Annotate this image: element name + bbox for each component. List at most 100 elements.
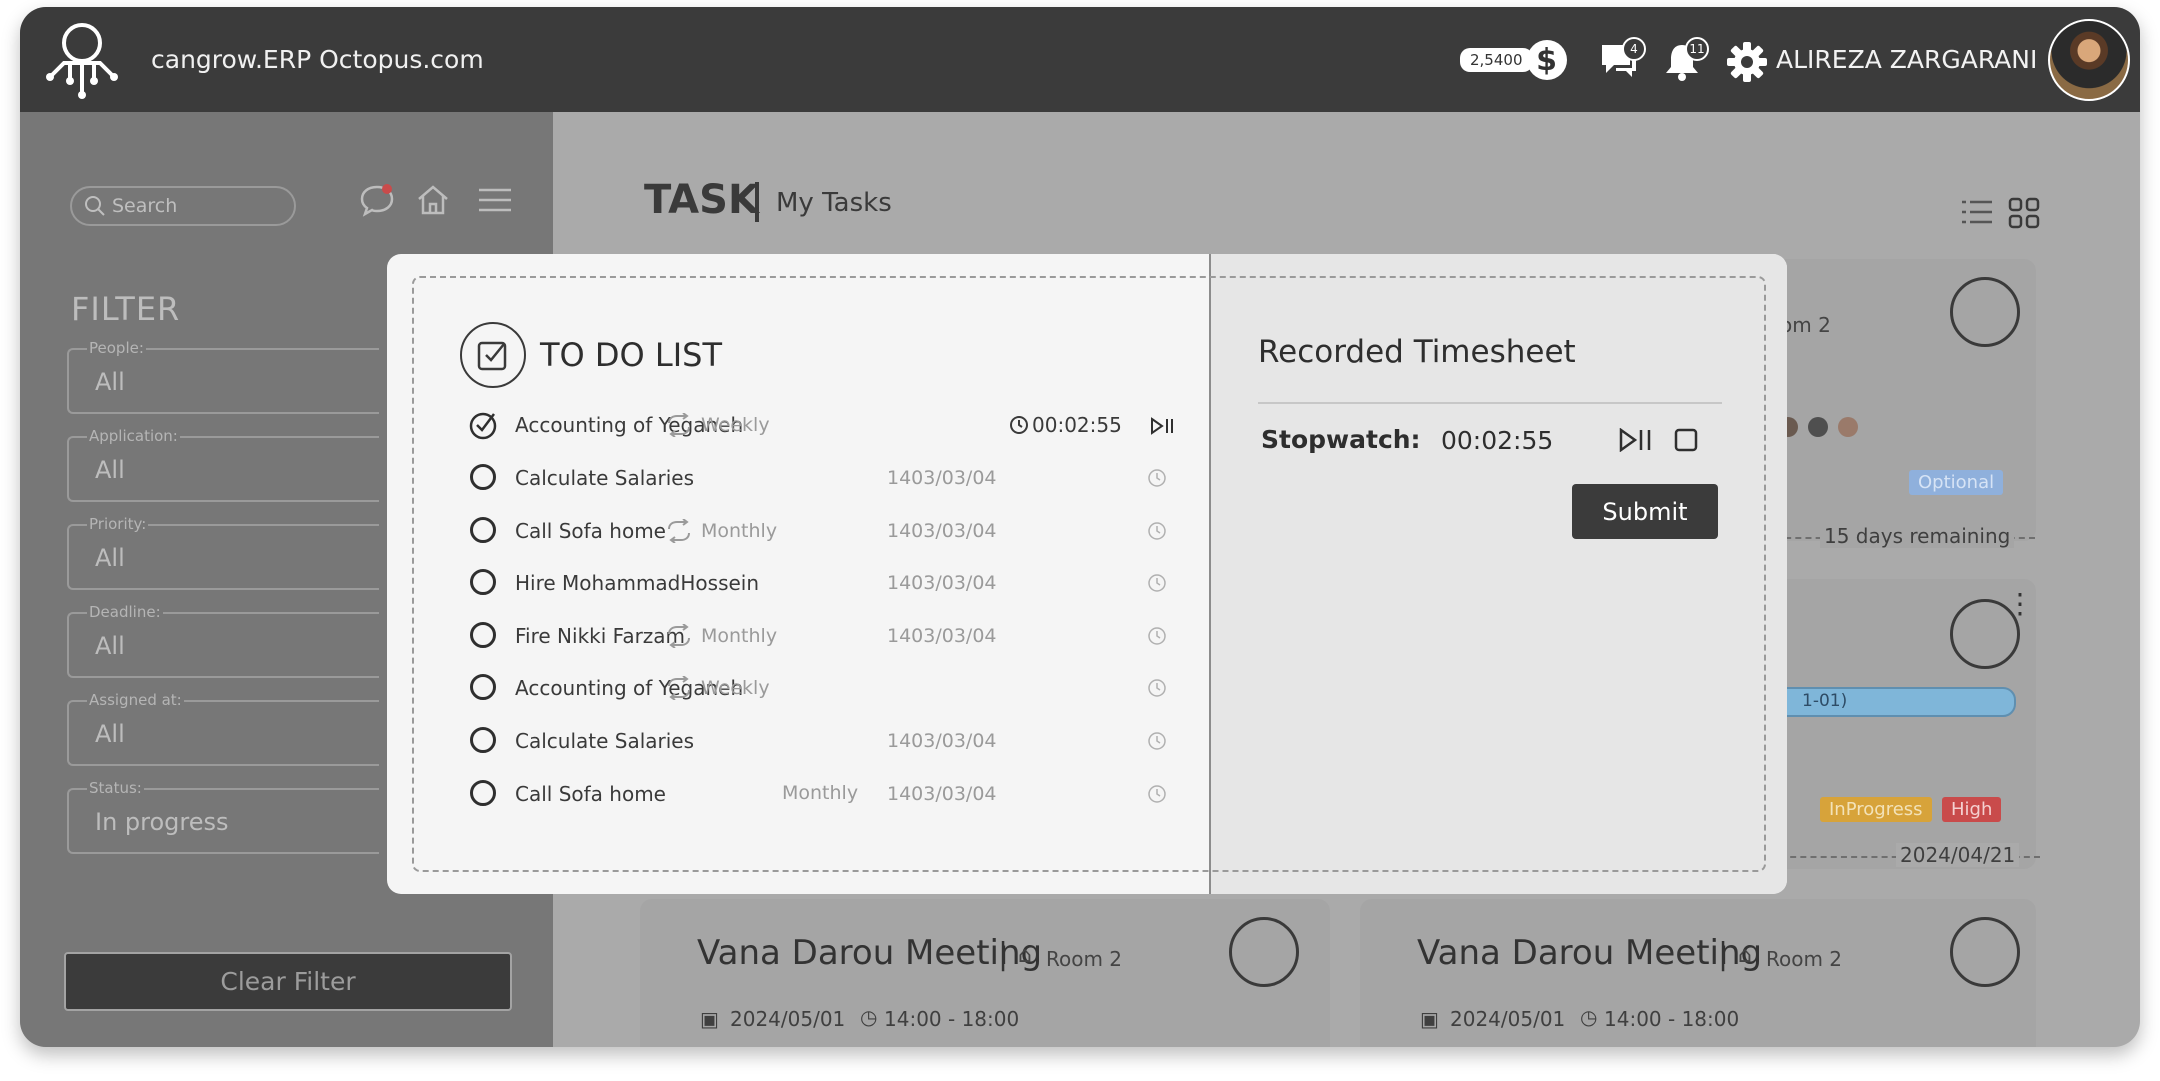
task-row[interactable]: Accounting of Yeganeh Weekly 00:02:55 [468, 409, 1210, 443]
task-name: Hire MohammadHossein [515, 571, 760, 595]
card-time: 14:00 - 18:00 [1604, 1007, 1740, 1031]
menu-icon[interactable] [477, 182, 513, 218]
clock-icon[interactable] [1147, 521, 1167, 541]
play-pause-icon[interactable] [1619, 428, 1655, 452]
octopus-logo-icon[interactable] [40, 17, 124, 101]
task-checkbox[interactable] [470, 464, 496, 490]
coin-balance[interactable]: 2,5400 $ [1460, 40, 1567, 80]
assigned-filter[interactable]: Assigned at: All [67, 691, 379, 766]
task-date: 1403/03/04 [887, 783, 997, 805]
repeat-label: Weekly [701, 414, 770, 436]
meeting-icon [1950, 917, 2020, 987]
task-name: Calculate Salaries [515, 466, 695, 490]
card-title: Vana Darou Meeting [1417, 933, 1763, 973]
submit-button[interactable]: Submit [1572, 484, 1718, 539]
home-icon[interactable] [415, 182, 451, 218]
people-filter[interactable]: People: All [67, 339, 379, 414]
filter-label: Deadline: [87, 603, 163, 621]
application-filter[interactable]: Application: All [67, 427, 379, 502]
settings-button[interactable] [1726, 41, 1770, 83]
notifications-badge: 11 [1685, 37, 1709, 61]
status-filter[interactable]: Status: In progress [67, 779, 379, 854]
title-divider [755, 182, 759, 222]
user-name[interactable]: ALIREZA ZARGARANI [1776, 45, 2037, 74]
more-options-icon[interactable]: ⋮ [2006, 587, 2034, 620]
checked-circle-icon[interactable] [468, 409, 500, 441]
room-icon: ⌂ [1738, 943, 1752, 968]
task-row[interactable]: Hire MohammadHossein 1403/03/04 [470, 567, 1210, 601]
card-title: Vana Darou Meeting [697, 933, 1043, 973]
card-room: Room 2 [1766, 947, 1843, 971]
task-date: 1403/03/04 [887, 467, 997, 489]
repeat-label: Monthly [701, 520, 778, 542]
task-checkbox[interactable] [470, 569, 496, 595]
clock-icon[interactable] [1147, 468, 1167, 488]
participants [1778, 417, 1858, 437]
task-row[interactable]: Calculate Salaries 1403/03/04 [470, 462, 1210, 496]
repeat-label: Monthly [701, 625, 778, 647]
task-row[interactable]: Call Sofa home Monthly 1403/03/04 [470, 515, 1210, 549]
repeat-icon [668, 519, 690, 543]
deadline-filter[interactable]: Deadline: All [67, 603, 379, 678]
priority-filter[interactable]: Priority: All [67, 515, 379, 590]
repeat-icon [668, 413, 690, 437]
meeting-icon [1950, 277, 2020, 347]
chat-icon[interactable] [359, 182, 395, 218]
title-divider: | [998, 937, 1009, 972]
notifications-button[interactable]: 11 [1663, 37, 1709, 83]
clock-icon[interactable] [1147, 573, 1167, 593]
filter-value: All [95, 544, 125, 572]
avatar[interactable] [2048, 19, 2130, 101]
task-name: Call Sofa home [515, 519, 666, 543]
participant-avatar [1838, 417, 1858, 437]
filter-label: Priority: [87, 515, 149, 533]
task-checkbox[interactable] [470, 517, 496, 543]
repeat-icon [668, 624, 690, 648]
filter-value: All [95, 456, 125, 484]
list-view-icon[interactable] [1960, 197, 1994, 227]
participant-avatar [1808, 417, 1828, 437]
title-divider: | [1718, 937, 1729, 972]
task-row[interactable]: Call Sofa home Monthly 1403/03/04 [470, 778, 1210, 812]
clock-icon: ◷ [860, 1005, 878, 1029]
todo-icon-badge [460, 322, 526, 388]
checklist-icon [477, 341, 507, 371]
repeat-indicator: Weekly [665, 413, 770, 437]
gear-icon [1727, 42, 1767, 82]
task-row[interactable]: Fire Nikki Farzam Monthly 1403/03/04 [470, 620, 1210, 654]
filter-value: In progress [95, 808, 229, 836]
messages-button[interactable]: 4 [1598, 37, 1646, 83]
task-row[interactable]: Accounting of Yeganeh Weekly [470, 672, 1210, 706]
clock-icon[interactable] [1147, 784, 1167, 804]
page-subtitle: My Tasks [776, 188, 892, 218]
filter-value: All [95, 368, 125, 396]
filter-value: All [95, 720, 125, 748]
stop-icon[interactable] [1674, 428, 1698, 452]
repeat-label: Weekly [701, 677, 770, 699]
dollar-icon: $ [1526, 40, 1567, 80]
page-title: TASK [644, 177, 759, 223]
task-checkbox[interactable] [470, 622, 496, 648]
inprogress-tag: InProgress [1820, 797, 1932, 822]
timer-value: 00:02:55 [1032, 413, 1122, 437]
task-checkbox[interactable] [470, 674, 496, 700]
clock-icon[interactable] [1147, 626, 1167, 646]
task-checkbox[interactable] [470, 780, 496, 806]
play-pause-icon[interactable] [1150, 417, 1176, 435]
repeat-indicator: Weekly [665, 676, 770, 700]
grid-view-icon[interactable] [2008, 197, 2040, 229]
clock-icon[interactable] [1147, 678, 1167, 698]
filter-label: Assigned at: [87, 691, 184, 709]
meeting-card[interactable]: Vana Darou Meeting | ⌂ Room 2 ▣ 2024/05/… [1360, 899, 2036, 1047]
search-input[interactable]: Search [70, 186, 296, 226]
clear-filter-button[interactable]: Clear Filter [64, 952, 512, 1011]
card-room: om 2 [1780, 313, 1831, 337]
task-row[interactable]: Calculate Salaries 1403/03/04 [470, 725, 1210, 759]
search-placeholder: Search [112, 195, 178, 217]
task-checkbox[interactable] [470, 727, 496, 753]
repeat-indicator: Monthly [665, 519, 777, 543]
repeat-icon [668, 676, 690, 700]
meeting-card[interactable]: Vana Darou Meeting | ⌂ Room 2 ▣ 2024/05/… [640, 899, 1330, 1047]
app-window: cangrow.ERP Octopus.com 2,5400 $ 4 11 AL… [20, 7, 2140, 1047]
clock-icon[interactable] [1147, 731, 1167, 751]
